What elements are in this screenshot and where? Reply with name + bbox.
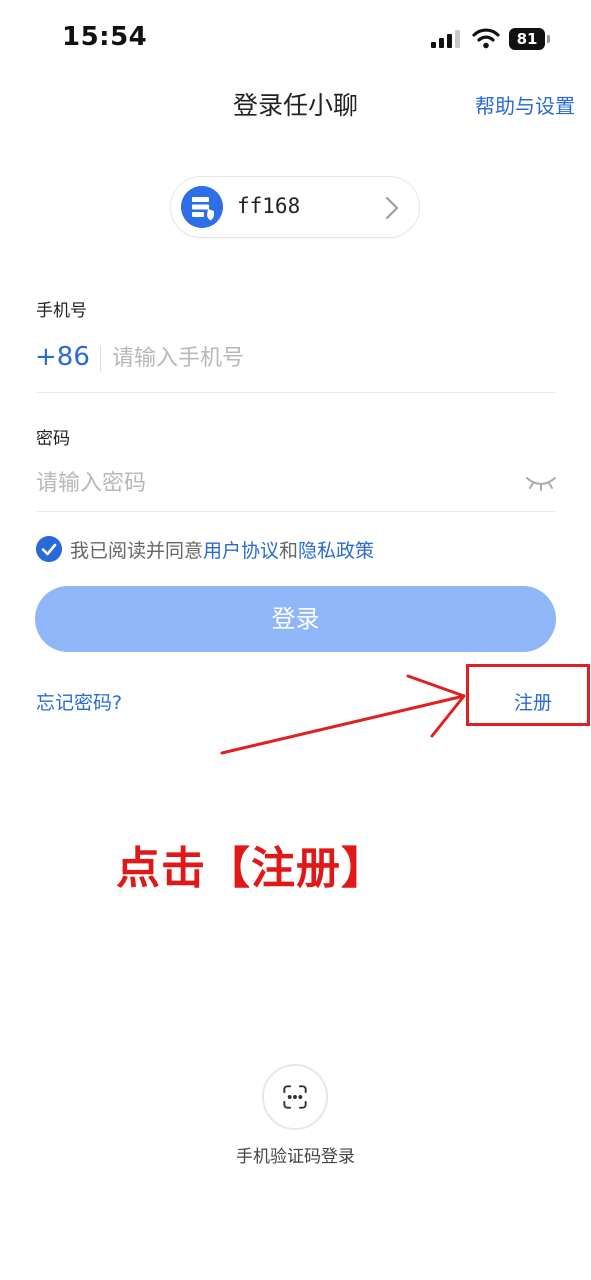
- agreement-prefix: 我已阅读并同意: [70, 540, 204, 562]
- battery-icon: 81: [509, 28, 551, 50]
- annotation-instruction: 点击【注册】: [116, 843, 386, 894]
- battery-level: 81: [509, 28, 545, 50]
- battery-cap: [547, 35, 550, 43]
- prefix-divider: [100, 346, 101, 372]
- privacy-policy-link[interactable]: 隐私政策: [298, 540, 374, 562]
- sms-login-label[interactable]: 手机验证码登录: [0, 1142, 591, 1167]
- annotation-highlight-box: [466, 664, 590, 726]
- eye-closed-icon[interactable]: [524, 472, 558, 494]
- server-name: ff168: [237, 194, 301, 218]
- wifi-icon: [472, 28, 500, 49]
- status-time: 15:54: [62, 22, 148, 52]
- chevron-right-icon: [386, 197, 399, 219]
- server-selector[interactable]: ff168: [170, 176, 420, 238]
- server-icon: [181, 186, 223, 228]
- agreement-text: 我已阅读并同意用户协议和隐私政策: [70, 536, 374, 563]
- agreement-checkbox[interactable]: [36, 536, 62, 562]
- password-label: 密码: [36, 429, 70, 449]
- agreement-and: 和: [279, 540, 299, 562]
- user-agreement-link[interactable]: 用户协议: [203, 540, 279, 562]
- signal-icon: [431, 30, 460, 48]
- login-button[interactable]: 登录: [35, 586, 556, 652]
- phone-divider: [36, 392, 556, 393]
- forgot-password-link[interactable]: 忘记密码?: [36, 688, 122, 715]
- phone-input[interactable]: [112, 340, 542, 376]
- country-code[interactable]: +86: [35, 342, 90, 372]
- sms-login-button[interactable]: [262, 1064, 328, 1130]
- password-divider: [36, 511, 556, 512]
- help-settings-link[interactable]: 帮助与设置: [475, 90, 575, 119]
- phone-label: 手机号: [36, 301, 87, 321]
- password-input[interactable]: [36, 465, 506, 501]
